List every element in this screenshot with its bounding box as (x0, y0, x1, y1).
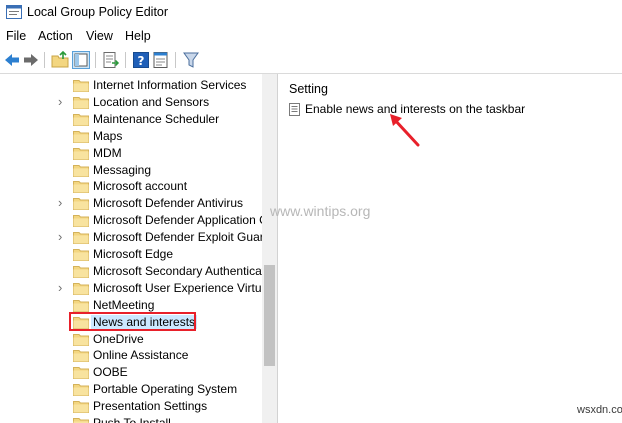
tree-item[interactable]: › Microsoft User Experience Virtualiz (0, 280, 277, 297)
tree-item[interactable]: Presentation Settings (0, 398, 262, 415)
red-arrow-annotation (390, 114, 420, 147)
tree-item-label: Microsoft Edge (93, 247, 174, 261)
folder-icon (73, 232, 89, 245)
folder-icon (73, 249, 89, 261)
toolbar-separator (44, 52, 45, 68)
corner-watermark: wsxdn.com (577, 404, 622, 416)
chevron-right-icon[interactable]: › (58, 230, 68, 243)
folder-icon (73, 367, 89, 380)
folder-icon (73, 130, 89, 143)
tree-item[interactable]: Microsoft account (0, 178, 262, 195)
tree-item-label: Portable Operating System (93, 382, 238, 397)
menu-file[interactable]: File (6, 29, 26, 43)
folder-icon (73, 113, 89, 126)
highlight-annotation-box (69, 312, 196, 331)
toolbar: ? (0, 46, 622, 74)
tree-item-label: Online Assistance (93, 348, 189, 363)
tree-item[interactable]: Online Assistance (0, 347, 262, 364)
tree-item-label: Push To Install (93, 416, 171, 423)
folder-icon (73, 282, 89, 295)
tree-item[interactable]: › Microsoft Defender Antivirus (0, 195, 262, 212)
title-bar: Local Group Policy Editor (0, 0, 622, 26)
menu-bar: File Action View Help (0, 26, 622, 46)
folder-icon (73, 333, 89, 346)
tree-item-label: Messaging (93, 162, 152, 177)
help-icon[interactable]: ? (132, 51, 150, 69)
back-arrow-icon[interactable] (3, 51, 21, 69)
folder-icon (73, 215, 89, 228)
folder-icon (73, 80, 89, 92)
tree-item-label: Microsoft account (93, 179, 188, 194)
details-pane: Setting Enable news and interests on the… (281, 74, 622, 423)
setting-row[interactable]: Enable news and interests on the taskbar (287, 101, 587, 118)
show-hide-tree-icon[interactable] (72, 51, 90, 69)
chevron-right-icon[interactable]: › (58, 196, 68, 209)
tree-item-label: Microsoft User Experience Virtualiz (93, 280, 278, 295)
tree-item-label: OneDrive (93, 331, 144, 346)
tree-item[interactable]: Messaging (0, 162, 262, 179)
svg-text:?: ? (138, 54, 145, 68)
tree-item[interactable]: Push To Install (0, 415, 262, 423)
up-folder-icon[interactable] (51, 51, 69, 69)
tree-item-label: Microsoft Defender Antivirus (93, 196, 244, 211)
filter-icon[interactable] (182, 51, 200, 69)
tree-item-label: MDM (93, 145, 122, 160)
window-title: Local Group Policy Editor (27, 5, 169, 19)
tree-item[interactable]: OOBE (0, 364, 262, 381)
folder-icon (73, 147, 89, 160)
folder-icon (73, 299, 89, 312)
tree-item[interactable]: › Microsoft Defender Exploit Guard (0, 229, 270, 246)
chevron-right-icon[interactable]: › (58, 281, 68, 294)
tree-item-label: Presentation Settings (93, 399, 208, 414)
folder-icon (73, 418, 89, 423)
setting-column-header[interactable]: Setting (289, 82, 328, 96)
tree-item[interactable]: Microsoft Secondary Authenticatio (0, 263, 274, 280)
tree-item[interactable]: Portable Operating System (0, 381, 262, 398)
scrollbar-thumb[interactable] (264, 265, 275, 366)
tree-item[interactable]: Maps (0, 128, 262, 145)
chevron-right-icon[interactable]: › (58, 95, 68, 108)
tree-item-label: Microsoft Secondary Authenticatio (93, 263, 275, 278)
folder-icon (73, 96, 89, 109)
folder-icon (73, 164, 89, 177)
tree-item[interactable]: Microsoft Edge (0, 246, 262, 263)
export-list-icon[interactable] (102, 51, 120, 69)
folder-icon (73, 198, 89, 211)
folder-icon (73, 181, 89, 194)
properties-icon[interactable] (152, 51, 170, 69)
menu-help[interactable]: Help (125, 29, 151, 43)
gpedit-icon (6, 5, 22, 19)
toolbar-separator (175, 52, 176, 68)
tree-item-label: NetMeeting (93, 297, 155, 312)
policy-setting-icon (289, 103, 300, 116)
folder-icon (73, 384, 89, 397)
folder-icon (73, 350, 89, 363)
forward-arrow-icon[interactable] (22, 51, 40, 69)
tree-item-label: OOBE (93, 365, 128, 380)
tree-item[interactable]: Microsoft Defender Application Gu (0, 212, 275, 229)
tree-item-label: Maintenance Scheduler (93, 111, 220, 126)
tree-item-label: Internet Information Services (93, 78, 247, 92)
navigation-tree[interactable]: Internet Information Services › Location a… (0, 74, 278, 423)
tree-item[interactable]: Maintenance Scheduler (0, 111, 262, 128)
toolbar-separator (95, 52, 96, 68)
folder-icon (73, 265, 89, 278)
tree-item[interactable]: Internet Information Services (0, 77, 262, 94)
menu-view[interactable]: View (86, 29, 113, 43)
tree-item-label: Microsoft Defender Application Gu (93, 213, 276, 228)
tree-item-label: Maps (93, 128, 123, 143)
menu-action[interactable]: Action (38, 29, 73, 43)
tree-scrollbar[interactable] (262, 74, 277, 423)
tree-item-label: Location and Sensors (93, 94, 210, 109)
folder-icon (73, 401, 89, 414)
toolbar-separator (125, 52, 126, 68)
tree-item[interactable]: OneDrive (0, 331, 262, 348)
tree-item[interactable]: › Location and Sensors (0, 94, 262, 111)
tree-item-label: Microsoft Defender Exploit Guard (93, 230, 271, 245)
watermark-text: www.wintips.org (270, 203, 371, 219)
tree-item[interactable]: MDM (0, 145, 262, 162)
